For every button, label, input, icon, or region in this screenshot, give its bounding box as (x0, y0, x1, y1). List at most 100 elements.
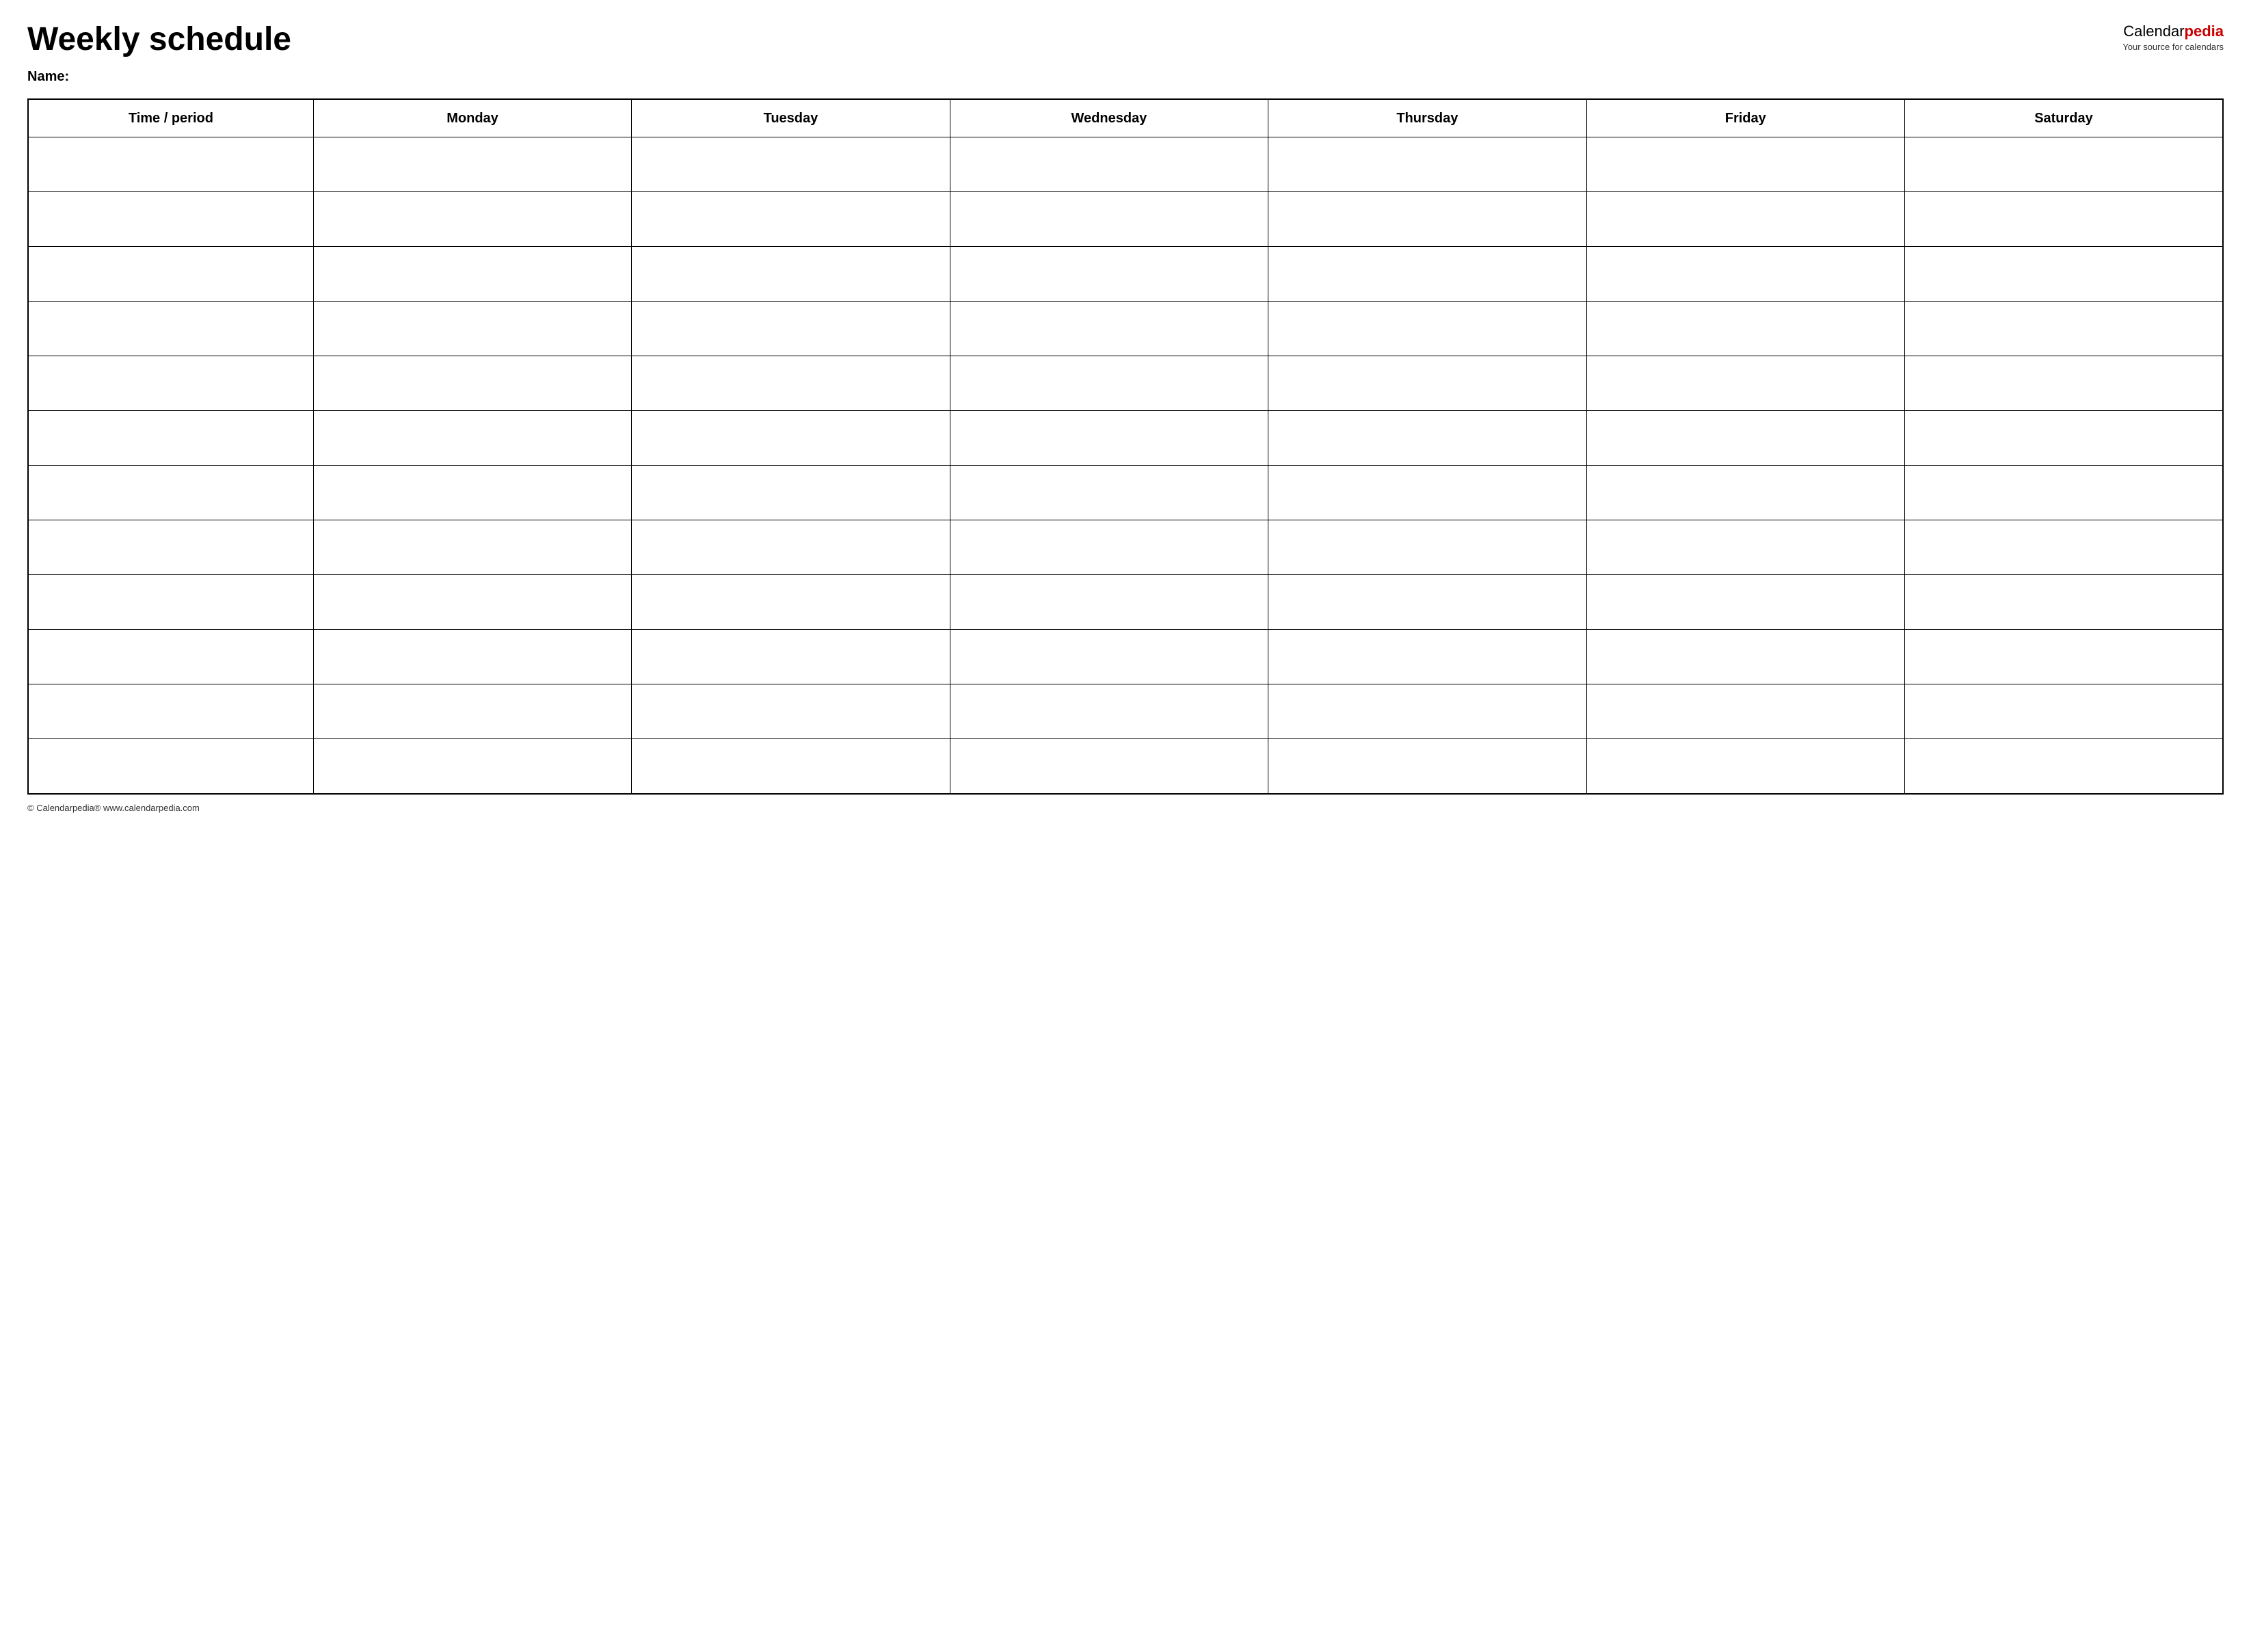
time-period-cell[interactable] (28, 739, 313, 794)
schedule-cell[interactable] (1586, 302, 1904, 356)
table-row (28, 575, 2223, 630)
schedule-cell[interactable] (632, 411, 950, 466)
table-row (28, 520, 2223, 575)
schedule-cell[interactable] (1904, 192, 2223, 247)
schedule-cell[interactable] (1268, 520, 1586, 575)
schedule-cell[interactable] (1904, 520, 2223, 575)
time-period-cell[interactable] (28, 575, 313, 630)
schedule-cell[interactable] (632, 630, 950, 684)
schedule-cell[interactable] (632, 356, 950, 411)
schedule-cell[interactable] (950, 630, 1268, 684)
time-period-cell[interactable] (28, 247, 313, 302)
table-row (28, 466, 2223, 520)
schedule-cell[interactable] (1268, 356, 1586, 411)
schedule-cell[interactable] (1268, 302, 1586, 356)
table-row (28, 356, 2223, 411)
schedule-cell[interactable] (313, 630, 631, 684)
time-period-cell[interactable] (28, 302, 313, 356)
col-header-friday: Friday (1586, 99, 1904, 137)
schedule-cell[interactable] (1586, 630, 1904, 684)
table-row (28, 302, 2223, 356)
schedule-cell[interactable] (632, 575, 950, 630)
schedule-cell[interactable] (950, 192, 1268, 247)
schedule-cell[interactable] (313, 466, 631, 520)
schedule-cell[interactable] (950, 411, 1268, 466)
schedule-cell[interactable] (1904, 630, 2223, 684)
schedule-cell[interactable] (1586, 137, 1904, 192)
schedule-cell[interactable] (1586, 575, 1904, 630)
schedule-cell[interactable] (1268, 739, 1586, 794)
time-period-cell[interactable] (28, 520, 313, 575)
col-header-tuesday: Tuesday (632, 99, 950, 137)
schedule-cell[interactable] (1904, 466, 2223, 520)
schedule-cell[interactable] (1904, 247, 2223, 302)
schedule-cell[interactable] (1904, 575, 2223, 630)
schedule-cell[interactable] (313, 137, 631, 192)
brand-name: Calendarpedia (2123, 23, 2224, 40)
schedule-cell[interactable] (1586, 739, 1904, 794)
brand-tagline: Your source for calendars (2122, 42, 2224, 53)
schedule-cell[interactable] (1268, 137, 1586, 192)
schedule-cell[interactable] (950, 302, 1268, 356)
schedule-cell[interactable] (632, 247, 950, 302)
col-header-time: Time / period (28, 99, 313, 137)
schedule-cell[interactable] (1586, 356, 1904, 411)
schedule-cell[interactable] (1586, 684, 1904, 739)
schedule-cell[interactable] (313, 247, 631, 302)
schedule-cell[interactable] (313, 411, 631, 466)
time-period-cell[interactable] (28, 192, 313, 247)
schedule-cell[interactable] (1904, 302, 2223, 356)
time-period-cell[interactable] (28, 356, 313, 411)
schedule-cell[interactable] (313, 520, 631, 575)
time-period-cell[interactable] (28, 684, 313, 739)
schedule-cell[interactable] (313, 192, 631, 247)
name-label: Name: (27, 69, 2224, 85)
schedule-cell[interactable] (1586, 247, 1904, 302)
table-row (28, 630, 2223, 684)
schedule-cell[interactable] (632, 192, 950, 247)
schedule-cell[interactable] (1586, 466, 1904, 520)
time-period-cell[interactable] (28, 411, 313, 466)
schedule-cell[interactable] (313, 684, 631, 739)
schedule-cell[interactable] (1904, 356, 2223, 411)
schedule-cell[interactable] (1904, 739, 2223, 794)
time-period-cell[interactable] (28, 137, 313, 192)
schedule-cell[interactable] (1268, 575, 1586, 630)
schedule-cell[interactable] (1586, 192, 1904, 247)
schedule-cell[interactable] (950, 520, 1268, 575)
schedule-cell[interactable] (1904, 411, 2223, 466)
schedule-cell[interactable] (1586, 411, 1904, 466)
schedule-cell[interactable] (632, 466, 950, 520)
schedule-cell[interactable] (950, 356, 1268, 411)
schedule-cell[interactable] (632, 137, 950, 192)
schedule-cell[interactable] (950, 739, 1268, 794)
schedule-cell[interactable] (1268, 247, 1586, 302)
schedule-cell[interactable] (1904, 684, 2223, 739)
schedule-cell[interactable] (632, 684, 950, 739)
schedule-cell[interactable] (313, 739, 631, 794)
schedule-cell[interactable] (632, 520, 950, 575)
time-period-cell[interactable] (28, 466, 313, 520)
schedule-cell[interactable] (632, 302, 950, 356)
schedule-cell[interactable] (1268, 192, 1586, 247)
schedule-cell[interactable] (1904, 137, 2223, 192)
brand-logo: Calendarpedia Your source for calendars (2122, 22, 2224, 53)
schedule-cell[interactable] (950, 247, 1268, 302)
schedule-cell[interactable] (950, 684, 1268, 739)
schedule-cell[interactable] (950, 466, 1268, 520)
header-area: Weekly schedule Calendarpedia Your sourc… (27, 22, 2224, 58)
schedule-cell[interactable] (313, 356, 631, 411)
schedule-cell[interactable] (1268, 684, 1586, 739)
schedule-cell[interactable] (1268, 466, 1586, 520)
schedule-cell[interactable] (632, 739, 950, 794)
time-period-cell[interactable] (28, 630, 313, 684)
col-header-thursday: Thursday (1268, 99, 1586, 137)
schedule-table: Time / period Monday Tuesday Wednesday T… (27, 98, 2224, 795)
schedule-cell[interactable] (1268, 411, 1586, 466)
schedule-cell[interactable] (313, 302, 631, 356)
schedule-cell[interactable] (313, 575, 631, 630)
schedule-cell[interactable] (950, 575, 1268, 630)
schedule-cell[interactable] (1586, 520, 1904, 575)
schedule-cell[interactable] (1268, 630, 1586, 684)
schedule-cell[interactable] (950, 137, 1268, 192)
